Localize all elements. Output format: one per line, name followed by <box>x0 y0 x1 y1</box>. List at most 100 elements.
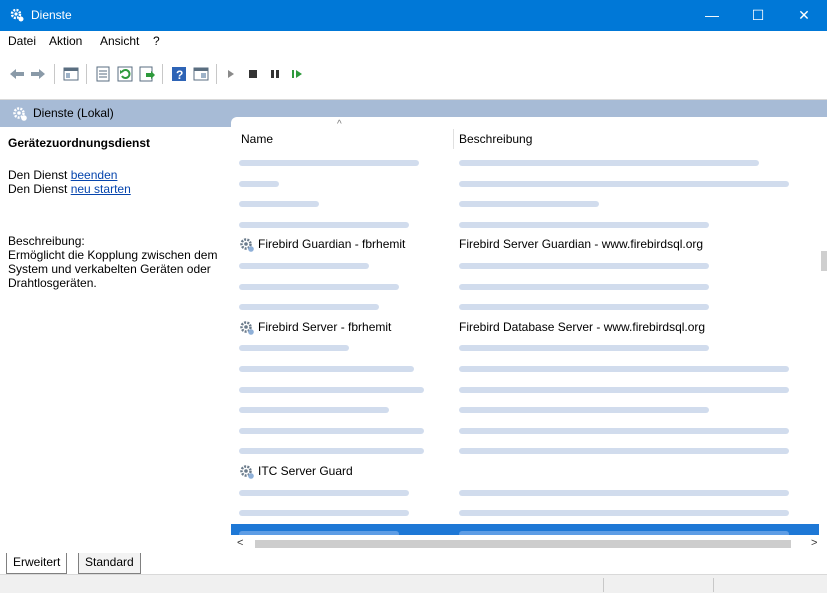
redacted-name <box>239 221 409 228</box>
table-row[interactable] <box>231 503 819 522</box>
table-row[interactable] <box>231 483 819 502</box>
service-name: ITC Server Guard <box>258 464 353 478</box>
column-separator[interactable] <box>453 129 454 149</box>
minimize-button[interactable]: — <box>689 0 735 31</box>
scope-title: Dienste (Lokal) <box>33 106 114 120</box>
redacted-description <box>459 345 709 352</box>
redacted-name <box>239 201 319 208</box>
menu-help[interactable]: ? <box>153 34 160 48</box>
help-icon[interactable]: ? <box>170 65 188 83</box>
menu-bar: Datei Aktion Ansicht ? <box>0 31 827 51</box>
close-button[interactable]: ✕ <box>781 0 827 31</box>
menu-datei[interactable]: Datei <box>8 34 36 48</box>
table-row[interactable] <box>231 359 819 378</box>
table-row[interactable] <box>231 215 819 234</box>
window-title: Dienste <box>31 8 72 22</box>
sort-ascending-icon: ^ <box>337 119 342 130</box>
table-row[interactable] <box>231 400 819 419</box>
resume-icon[interactable] <box>288 65 306 83</box>
table-row[interactable] <box>231 380 819 399</box>
svg-text:?: ? <box>176 68 183 82</box>
restart-prefix: Den Dienst <box>8 182 71 196</box>
service-gear-icon <box>240 238 254 253</box>
redacted-description <box>459 448 789 455</box>
redacted-name <box>239 180 279 187</box>
toolbar-separator <box>86 64 87 84</box>
start-icon[interactable] <box>222 65 240 83</box>
table-row[interactable] <box>231 441 819 460</box>
horizontal-scroll-thumb[interactable] <box>255 540 791 548</box>
service-gear-icon <box>240 321 254 335</box>
table-row[interactable]: ITC Server Guard <box>231 462 819 481</box>
refresh-icon[interactable] <box>116 65 134 83</box>
redacted-name <box>239 283 399 290</box>
selected-service-name: Gerätezuordnungsdienst <box>8 136 151 150</box>
stop-service-link[interactable]: beenden <box>71 168 118 182</box>
restart-service-link[interactable]: neu starten <box>71 182 131 196</box>
status-divider <box>713 578 714 592</box>
scroll-left-icon[interactable]: < <box>237 537 243 549</box>
services-gear-icon <box>13 107 27 121</box>
column-header-name[interactable]: Name <box>241 132 273 146</box>
redacted-name <box>239 510 409 517</box>
table-row[interactable] <box>231 338 819 357</box>
service-name: Firebird Guardian - fbrhemit <box>258 237 406 252</box>
vertical-scroll-thumb[interactable] <box>821 251 827 271</box>
redacted-description <box>459 263 709 269</box>
back-arrow-icon[interactable] <box>8 65 26 83</box>
table-row[interactable] <box>231 153 819 172</box>
table-row[interactable] <box>231 256 819 275</box>
redacted-description <box>459 304 709 311</box>
table-row[interactable] <box>231 421 819 440</box>
extended-info-pane: Gerätezuordnungsdienst Den Dienst beende… <box>0 127 231 552</box>
tab-erweitert[interactable]: Erweitert <box>6 553 68 574</box>
redacted-name <box>239 489 409 496</box>
forward-arrow-icon[interactable] <box>29 65 47 83</box>
redacted-description <box>459 427 789 434</box>
table-row[interactable]: Firebird Guardian - fbrhemit Firebird Ser… <box>231 235 819 254</box>
redacted-name <box>239 160 419 166</box>
scroll-right-icon[interactable]: > <box>811 537 817 549</box>
properties-icon[interactable] <box>94 65 112 83</box>
menu-aktion[interactable]: Aktion <box>49 34 82 48</box>
redacted-name <box>239 386 424 393</box>
service-description: Firebird Server Guardian - www.firebirds… <box>459 237 704 252</box>
stop-icon[interactable] <box>244 65 262 83</box>
redacted-name <box>239 366 414 372</box>
redacted-name <box>239 345 349 352</box>
redacted-description <box>459 407 709 414</box>
title-bar: Dienste — ☐ ✕ <box>0 0 827 31</box>
redacted-name <box>239 427 424 434</box>
table-row[interactable] <box>231 297 819 316</box>
redacted-name <box>239 448 424 455</box>
redacted-description <box>459 489 789 496</box>
redacted-description <box>459 386 789 393</box>
redacted-description <box>459 221 709 228</box>
services-list: ^ Name Beschreibung Firebird Guardian - … <box>231 117 827 552</box>
horizontal-scrollbar[interactable]: < > <box>231 535 827 552</box>
redacted-description <box>459 366 789 372</box>
toolbar: ? <box>0 51 827 100</box>
console-tree-icon[interactable] <box>62 65 80 83</box>
services-gear-icon <box>10 8 24 22</box>
console-icon[interactable] <box>192 65 210 83</box>
column-header-description[interactable]: Beschreibung <box>459 132 532 146</box>
vertical-scrollbar[interactable] <box>819 117 827 535</box>
export-icon[interactable] <box>138 65 156 83</box>
tab-standard[interactable]: Standard <box>78 553 141 574</box>
view-tabs: Erweitert Standard <box>0 552 827 574</box>
maximize-button[interactable]: ☐ <box>735 0 781 31</box>
table-row[interactable]: Firebird Server - fbrhemit Firebird Datab… <box>231 318 819 337</box>
description-label: Beschreibung: <box>8 234 85 248</box>
status-bar <box>0 574 827 593</box>
table-row[interactable] <box>231 174 819 193</box>
redacted-description <box>459 283 709 290</box>
service-name: Firebird Server - fbrhemit <box>258 319 392 334</box>
toolbar-separator <box>162 64 163 84</box>
service-gear-icon <box>240 465 254 479</box>
pause-icon[interactable] <box>266 65 284 83</box>
table-row[interactable] <box>231 194 819 213</box>
table-row[interactable] <box>231 277 819 296</box>
menu-ansicht[interactable]: Ansicht <box>100 34 139 48</box>
service-description: Firebird Database Server - www.firebirds… <box>459 319 706 334</box>
